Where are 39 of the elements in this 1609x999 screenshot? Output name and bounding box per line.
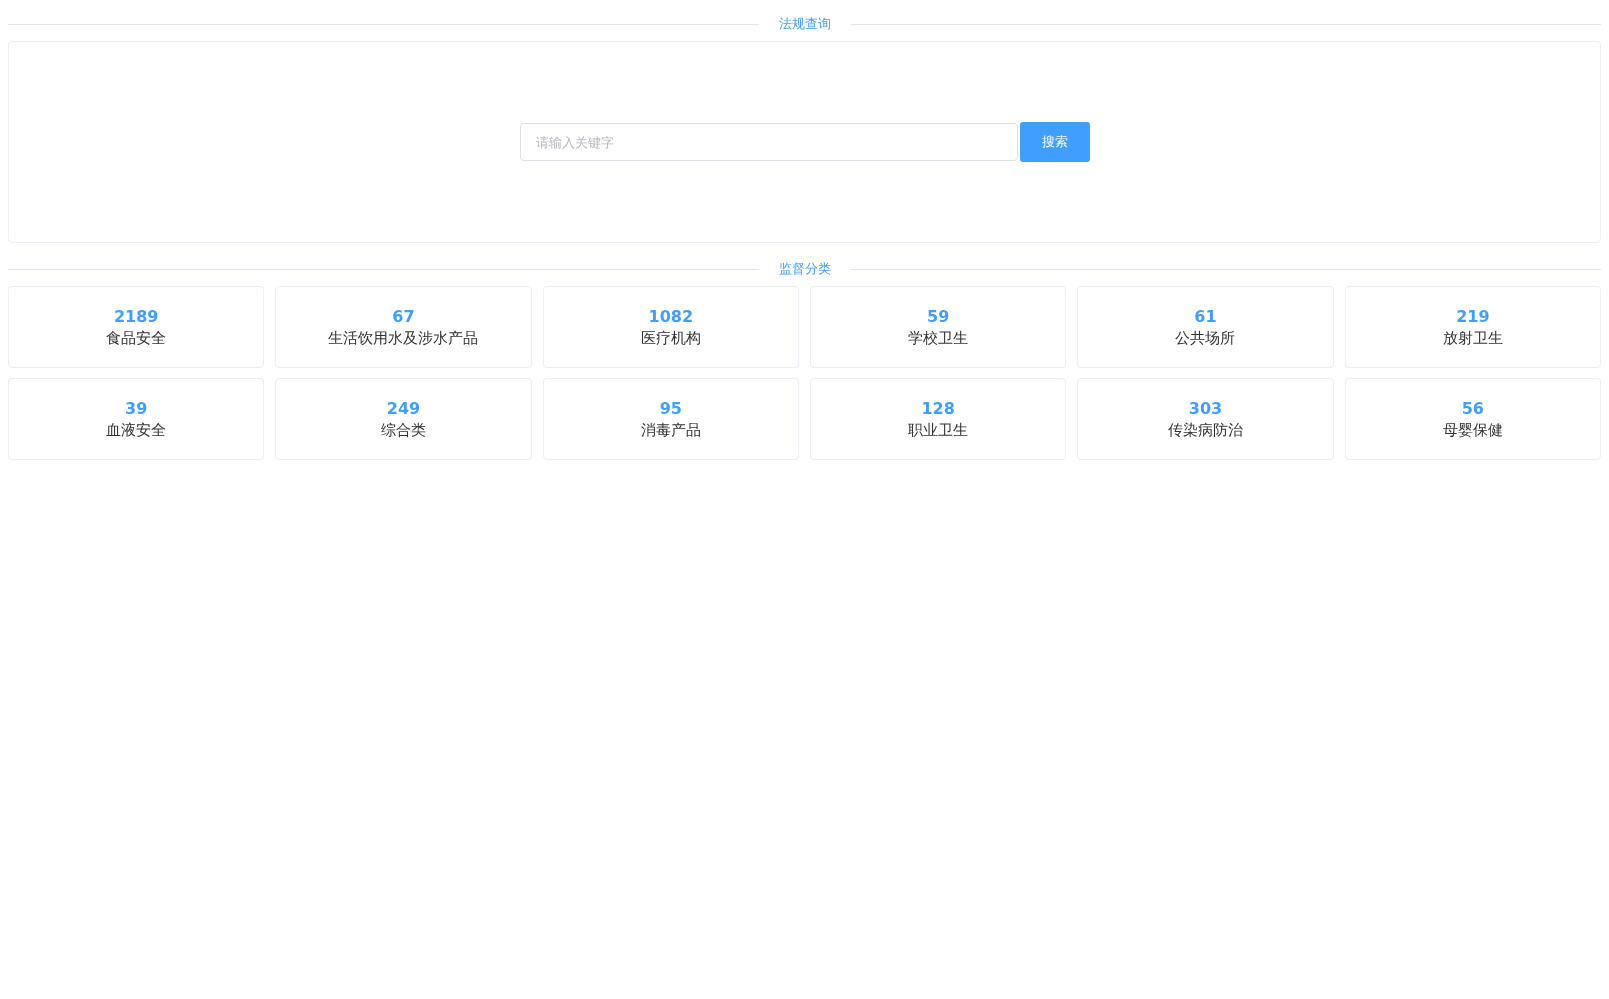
category-count: 95 <box>659 397 682 419</box>
category-label: 传染病防治 <box>1168 419 1243 441</box>
category-card[interactable]: 67 生活饮用水及涉水产品 <box>275 286 532 368</box>
category-count: 59 <box>927 305 950 327</box>
category-count: 39 <box>125 397 148 419</box>
category-count: 2189 <box>113 305 159 327</box>
category-count: 56 <box>1461 397 1484 419</box>
category-count: 219 <box>1456 305 1490 327</box>
category-label: 公共场所 <box>1175 327 1236 349</box>
section-title: 法规查询 <box>777 15 832 33</box>
category-card[interactable]: 39 血液安全 <box>8 378 265 460</box>
category-card[interactable]: 249 综合类 <box>275 378 532 460</box>
category-label: 生活饮用水及涉水产品 <box>328 327 479 349</box>
category-card[interactable]: 219 放射卫生 <box>1344 286 1601 368</box>
category-card[interactable]: 128 职业卫生 <box>810 378 1067 460</box>
category-label: 食品安全 <box>106 327 167 349</box>
category-card[interactable]: 56 母婴保健 <box>1344 378 1601 460</box>
category-card[interactable]: 95 消毒产品 <box>542 378 799 460</box>
category-card[interactable]: 303 传染病防治 <box>1077 378 1334 460</box>
category-count: 249 <box>386 397 421 419</box>
category-label: 医疗机构 <box>640 327 701 349</box>
category-count: 1082 <box>648 305 694 327</box>
category-label: 血液安全 <box>106 419 167 441</box>
category-label: 消毒产品 <box>640 419 701 441</box>
category-count: 303 <box>1188 397 1223 419</box>
section-title: 监督分类 <box>777 260 832 278</box>
category-label: 放射卫生 <box>1442 327 1503 349</box>
category-card[interactable]: 61 公共场所 <box>1077 286 1334 368</box>
search-field[interactable]: 请输入关键字 <box>519 123 1018 161</box>
category-card[interactable]: 59 学校卫生 <box>810 286 1067 368</box>
category-label: 母婴保健 <box>1442 419 1503 441</box>
category-count: 67 <box>392 305 415 327</box>
category-label: 综合类 <box>381 419 426 441</box>
category-count: 128 <box>921 397 955 419</box>
category-label: 职业卫生 <box>908 419 969 441</box>
category-card[interactable]: 1082 医疗机构 <box>542 286 799 368</box>
category-count: 61 <box>1194 305 1217 327</box>
category-label: 学校卫生 <box>908 327 969 349</box>
category-card[interactable]: 2189 食品安全 <box>8 286 265 368</box>
